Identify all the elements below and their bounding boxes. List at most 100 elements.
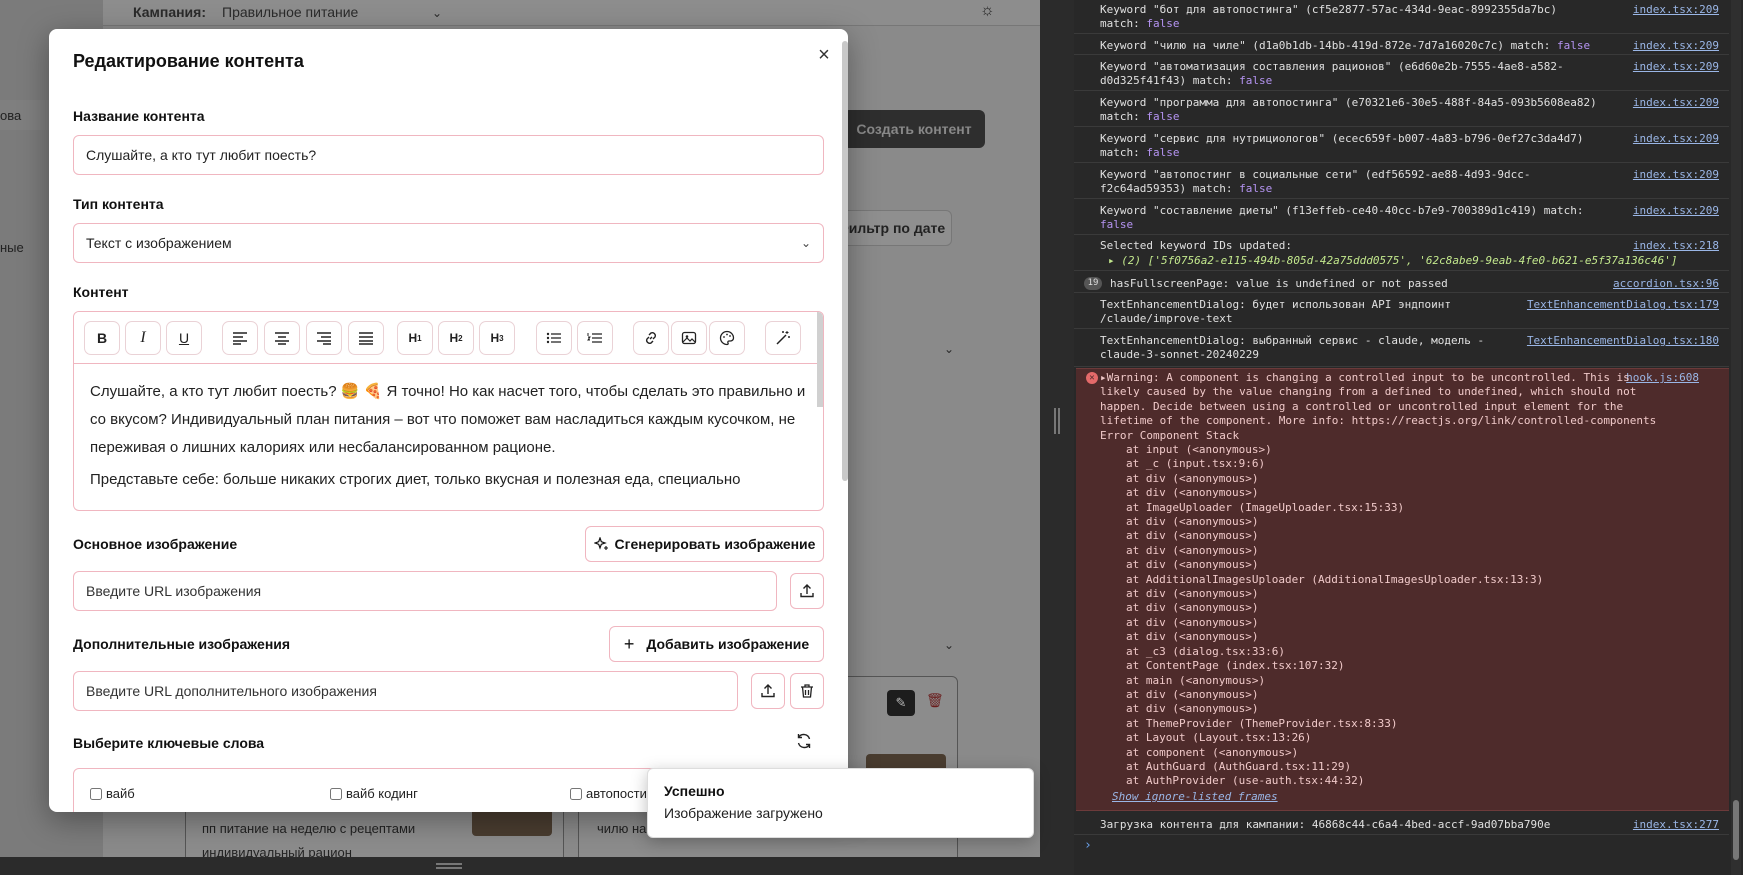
success-toast[interactable]: Успешно Изображение загружено	[647, 768, 1034, 838]
console-row: Keyword "сервис для нутрициологов" (ecec…	[1074, 129, 1729, 163]
scrollbar-thumb[interactable]	[1733, 800, 1739, 860]
content-type-select[interactable]: Текст с изображением ⌄	[73, 223, 824, 263]
bold-icon[interactable]: B	[84, 321, 120, 355]
image-icon[interactable]	[671, 321, 707, 355]
bottom-resize-bar[interactable]	[0, 857, 1074, 875]
main-image-url-input[interactable]: Введите URL изображения	[73, 571, 777, 611]
console-source-link[interactable]: accordion.tsx:96	[1613, 277, 1719, 290]
upload-icon[interactable]	[790, 573, 824, 609]
drag-handle-icon[interactable]	[436, 863, 462, 869]
editor-scrollbar[interactable]	[817, 312, 823, 407]
additional-image-placeholder: Введите URL дополнительного изображения	[86, 683, 377, 699]
keyword-checkbox[interactable]: вайб кодинг	[330, 786, 418, 801]
stack-frame[interactable]: at div (<anonymous>)	[1126, 702, 1543, 716]
stack-frame[interactable]: at AuthProvider (use-auth.tsx:44:32)	[1126, 774, 1543, 788]
console-source-link[interactable]: TextEnhancementDialog.tsx:180	[1527, 334, 1719, 347]
dialog-scrollbar[interactable]	[842, 41, 848, 481]
trash-icon[interactable]	[790, 673, 824, 709]
console-source-link[interactable]: index.tsx:209	[1633, 96, 1719, 109]
console-source-link[interactable]: index.tsx:218	[1633, 239, 1719, 252]
console-source-link[interactable]: index.tsx:209	[1633, 39, 1719, 52]
close-icon[interactable]: ×	[812, 43, 836, 67]
console-source-link[interactable]: TextEnhancementDialog.tsx:179	[1527, 298, 1719, 311]
campaign-select[interactable]: Правильное питание	[222, 4, 358, 20]
console-source-link[interactable]: index.tsx:209	[1633, 168, 1719, 181]
stack-frame[interactable]: at div (<anonymous>)	[1126, 529, 1543, 543]
console-source-link[interactable]: index.tsx:209	[1633, 204, 1719, 217]
stack-frame[interactable]: at main (<anonymous>)	[1126, 674, 1543, 688]
refresh-icon[interactable]	[795, 732, 817, 754]
heading2-icon[interactable]: H2	[438, 321, 474, 355]
align-center-icon[interactable]	[264, 321, 300, 355]
console-prompt[interactable]: ›	[1084, 838, 1092, 853]
link-icon[interactable]	[633, 321, 669, 355]
drag-handle-icon[interactable]	[1054, 408, 1060, 434]
align-left-icon[interactable]	[222, 321, 258, 355]
console-scrollbar[interactable]	[1731, 0, 1741, 875]
sidebar-item-label: ова	[0, 108, 22, 123]
console-value: false	[1146, 17, 1180, 30]
stack-frame[interactable]: at div (<anonymous>)	[1126, 558, 1543, 572]
main-image-label: Основное изображение	[73, 536, 238, 552]
stack-frame[interactable]: at div (<anonymous>)	[1126, 515, 1543, 529]
panel-splitter[interactable]	[1040, 0, 1074, 875]
stack-frame[interactable]: at AdditionalImagesUploader (AdditionalI…	[1126, 573, 1543, 587]
show-ignored-frames-link[interactable]: Show ignore-listed frames	[1112, 790, 1278, 803]
italic-icon[interactable]: I	[125, 321, 161, 355]
stack-frame[interactable]: at ThemeProvider (ThemeProvider.tsx:8:33…	[1126, 717, 1543, 731]
heading3-icon[interactable]: H3	[479, 321, 515, 355]
stack-frame[interactable]: at div (<anonymous>)	[1126, 544, 1543, 558]
edit-icon[interactable]: ✎	[887, 690, 915, 716]
stack-frame[interactable]: at div (<anonymous>)	[1126, 630, 1543, 644]
console-source-link[interactable]: index.tsx:209	[1633, 60, 1719, 73]
bullet-list-icon[interactable]	[536, 321, 572, 355]
stack-frame[interactable]: at div (<anonymous>)	[1126, 472, 1543, 486]
keyword-checkbox[interactable]: вайб	[90, 786, 135, 801]
main-image-placeholder: Введите URL изображения	[86, 583, 262, 599]
content-name-input[interactable]: Слушайте, а кто тут любит поесть?	[73, 135, 824, 175]
stack-frame[interactable]: at div (<anonymous>)	[1126, 688, 1543, 702]
stack-frame[interactable]: at component (<anonymous>)	[1126, 746, 1543, 760]
console-message: Keyword "составление диеты" (f13effeb-ce…	[1100, 204, 1584, 231]
add-image-button[interactable]: + Добавить изображение	[609, 626, 824, 662]
heading1-icon[interactable]: H1	[397, 321, 433, 355]
stack-frame[interactable]: at Layout (Layout.tsx:13:26)	[1126, 731, 1543, 745]
settings-icon[interactable]: ☼	[980, 2, 995, 20]
stack-frame[interactable]: at AuthGuard (AuthGuard.tsx:11:29)	[1126, 760, 1543, 774]
magic-wand-icon[interactable]	[765, 321, 801, 355]
stack-frame[interactable]: at div (<anonymous>)	[1126, 601, 1543, 615]
date-filter-button[interactable]: Фильтр по дате	[830, 210, 952, 246]
console-value: false	[1100, 218, 1134, 231]
editor-content[interactable]: Слушайте, а кто тут любит поесть? 🍔 🍕 Я …	[90, 378, 815, 498]
chevron-down-icon[interactable]: ⌄	[944, 638, 954, 652]
stack-frame[interactable]: at div (<anonymous>)	[1126, 587, 1543, 601]
stack-frame[interactable]: at _c3 (dialog.tsx:33:6)	[1126, 645, 1543, 659]
console-array[interactable]: ▸ (2) ['5f0756a2-e115-494b-805d-42a75ddd…	[1108, 254, 1728, 268]
stack-frame[interactable]: at ContentPage (index.tsx:107:32)	[1126, 659, 1543, 673]
console-source-link[interactable]: index.tsx:209	[1633, 132, 1719, 145]
create-content-button[interactable]: Создать контент	[843, 110, 985, 148]
ordered-list-icon[interactable]	[577, 321, 613, 355]
stack-frame[interactable]: at _c (input.tsx:9:6)	[1126, 457, 1543, 471]
palette-icon[interactable]	[709, 321, 745, 355]
trash-icon[interactable]: 🗑	[926, 692, 944, 709]
stack-frame[interactable]: at ImageUploader (ImageUploader.tsx:15:3…	[1126, 501, 1543, 515]
chevron-down-icon[interactable]: ⌄	[944, 342, 954, 356]
align-right-icon[interactable]	[306, 321, 342, 355]
console-message: Загрузка контента для кампании: 46868c44…	[1100, 818, 1551, 831]
stack-frame[interactable]: at div (<anonymous>)	[1126, 486, 1543, 500]
rich-text-editor[interactable]: B I U H1 H2 H3 Слушайте, а кто тут любит…	[73, 311, 824, 511]
keyword-checkbox[interactable]: автопости	[570, 786, 647, 801]
console-source-link[interactable]: index.tsx:277	[1633, 818, 1719, 831]
checkbox[interactable]	[570, 787, 582, 800]
console-source-link[interactable]: index.tsx:209	[1633, 3, 1719, 16]
align-justify-icon[interactable]	[348, 321, 384, 355]
checkbox[interactable]	[330, 787, 342, 800]
upload-icon[interactable]	[751, 673, 785, 709]
checkbox[interactable]	[90, 787, 102, 800]
generate-image-button[interactable]: Сгенерировать изображение	[585, 526, 824, 562]
stack-frame[interactable]: at input (<anonymous>)	[1126, 443, 1543, 457]
additional-image-url-input[interactable]: Введите URL дополнительного изображения	[73, 671, 738, 711]
stack-frame[interactable]: at div (<anonymous>)	[1126, 616, 1543, 630]
underline-icon[interactable]: U	[166, 321, 202, 355]
